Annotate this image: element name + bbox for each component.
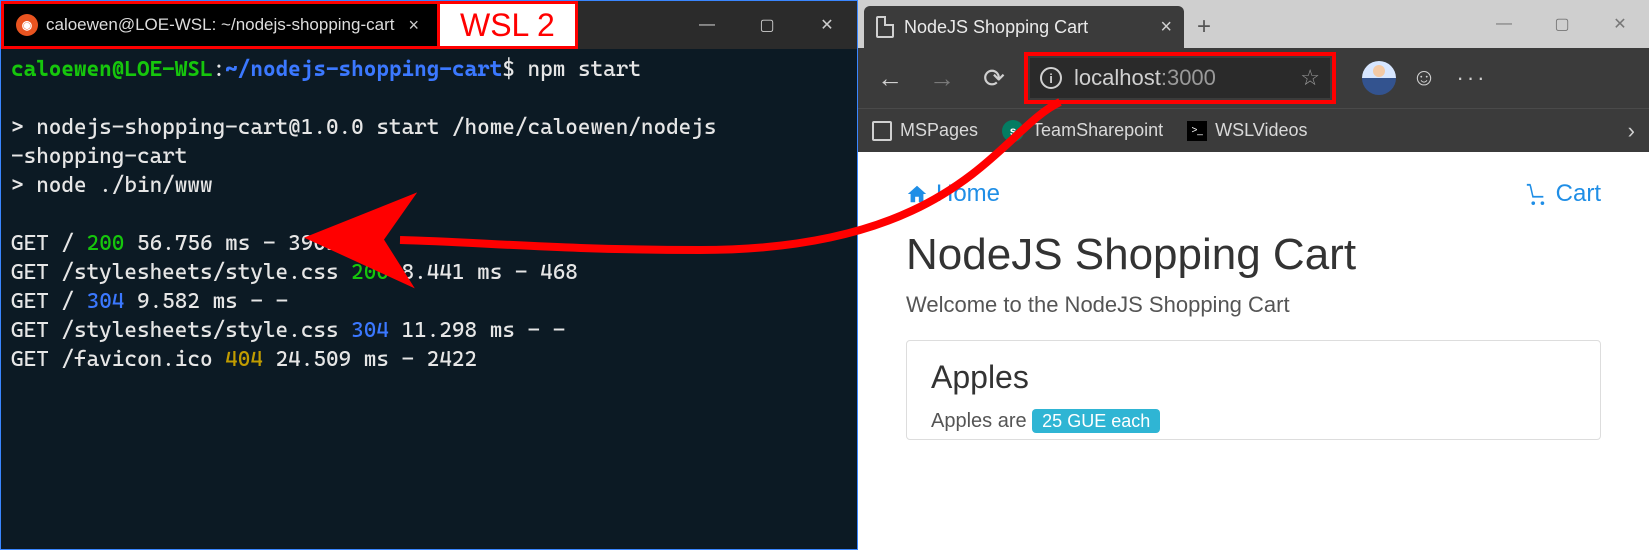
- bookmark-label: TeamSharepoint: [1032, 120, 1163, 141]
- url-host: localhost: [1074, 65, 1161, 90]
- page-content: Home Cart NodeJS Shopping Cart Welcome t…: [858, 152, 1649, 550]
- page-subtitle: Welcome to the NodeJS Shopping Cart: [906, 292, 1601, 318]
- address-text: localhost:3000: [1074, 65, 1216, 91]
- favorite-icon[interactable]: ☆: [1300, 65, 1320, 91]
- terminal-tab[interactable]: ◉ caloewen@LOE-WSL: ~/nodejs-shopping-ca…: [1, 1, 440, 49]
- cart-icon: [1524, 183, 1548, 205]
- wsl-icon: >_: [1187, 121, 1207, 141]
- bookmarks-bar: MSPages s TeamSharepoint >_ WSLVideos ›: [858, 108, 1649, 152]
- browser-tab[interactable]: NodeJS Shopping Cart ×: [864, 6, 1184, 48]
- page-icon: [876, 16, 894, 38]
- wsl-annotation-label: WSL 2: [440, 1, 578, 49]
- terminal-logs: GET / 200 56.756 ms - 3903 GET /styleshe…: [11, 231, 578, 372]
- browser-toolbar: ← → ⟳ i localhost:3000 ☆ ☺ ···: [858, 48, 1649, 108]
- npm-output-line-2: > node ./bin/www: [11, 173, 213, 198]
- product-card: Apples Apples are 25 GUE each: [906, 340, 1601, 440]
- forward-button[interactable]: →: [920, 56, 964, 100]
- prompt-symbol: $: [502, 57, 515, 82]
- nav-home-label: Home: [936, 180, 1000, 208]
- close-button[interactable]: ✕: [797, 1, 857, 49]
- folder-icon: [872, 121, 892, 141]
- page-navbar: Home Cart: [906, 180, 1601, 208]
- sharepoint-icon: s: [1002, 120, 1024, 142]
- bookmark-mspages[interactable]: MSPages: [872, 120, 978, 141]
- bookmark-label: WSLVideos: [1215, 120, 1307, 141]
- browser-close-button[interactable]: ✕: [1591, 0, 1649, 48]
- url-port: :3000: [1161, 65, 1216, 90]
- nav-cart-label: Cart: [1556, 180, 1601, 208]
- new-tab-button[interactable]: +: [1184, 6, 1224, 48]
- prompt-user: caloewen@LOE-WSL: [11, 57, 213, 82]
- bookmark-label: MSPages: [900, 120, 978, 141]
- nav-home-link[interactable]: Home: [906, 180, 1000, 208]
- browser-minimize-button[interactable]: —: [1475, 0, 1533, 48]
- feedback-icon[interactable]: ☺: [1404, 64, 1444, 92]
- bookmark-wslvideos[interactable]: >_ WSLVideos: [1187, 120, 1307, 141]
- page-title: NodeJS Shopping Cart: [906, 230, 1601, 280]
- address-bar[interactable]: i localhost:3000 ☆: [1030, 58, 1330, 98]
- npm-output-line-1b: -shopping-cart: [11, 144, 187, 169]
- terminal-titlebar: ◉ caloewen@LOE-WSL: ~/nodejs-shopping-ca…: [1, 1, 857, 49]
- nav-cart-link[interactable]: Cart: [1524, 180, 1601, 208]
- more-menu-icon[interactable]: ···: [1452, 65, 1492, 91]
- terminal-window: ◉ caloewen@LOE-WSL: ~/nodejs-shopping-ca…: [0, 0, 858, 550]
- browser-window: NodeJS Shopping Cart × + — ▢ ✕ ← → ⟳ i l…: [858, 0, 1649, 550]
- price-badge: 25 GUE each: [1032, 409, 1160, 433]
- back-button[interactable]: ←: [868, 56, 912, 100]
- terminal-tab-close-icon[interactable]: ×: [402, 15, 425, 36]
- tab-close-icon[interactable]: ×: [1160, 16, 1172, 39]
- product-text-prefix: Apples are: [931, 410, 1032, 432]
- browser-tab-title: NodeJS Shopping Cart: [904, 17, 1150, 38]
- product-description: Apples are 25 GUE each: [931, 410, 1576, 433]
- bookmark-teamsharepoint[interactable]: s TeamSharepoint: [1002, 120, 1163, 142]
- ubuntu-icon: ◉: [16, 14, 38, 36]
- maximize-button[interactable]: ▢: [737, 1, 797, 49]
- terminal-window-controls: — ▢ ✕: [677, 1, 857, 49]
- prompt-sep: :: [213, 57, 226, 82]
- terminal-body[interactable]: caloewen@LOE-WSL:~/nodejs-shopping-cart$…: [1, 49, 857, 549]
- terminal-tab-title: caloewen@LOE-WSL: ~/nodejs-shopping-cart: [46, 15, 394, 35]
- profile-avatar[interactable]: [1362, 61, 1396, 95]
- home-icon: [906, 183, 928, 205]
- terminal-command: npm start: [528, 57, 641, 82]
- minimize-button[interactable]: —: [677, 1, 737, 49]
- bookmarks-overflow-icon[interactable]: ›: [1628, 118, 1635, 144]
- prompt-path: ~/nodejs-shopping-cart: [225, 57, 502, 82]
- browser-window-controls: — ▢ ✕: [1475, 0, 1649, 48]
- browser-maximize-button[interactable]: ▢: [1533, 0, 1591, 48]
- npm-output-line-1a: > nodejs-shopping-cart@1.0.0 start /home…: [11, 115, 716, 140]
- address-bar-highlight: i localhost:3000 ☆: [1024, 52, 1336, 104]
- browser-tabstrip: NodeJS Shopping Cart × + — ▢ ✕: [858, 0, 1649, 48]
- reload-button[interactable]: ⟳: [972, 56, 1016, 100]
- site-info-icon[interactable]: i: [1040, 67, 1062, 89]
- product-title: Apples: [931, 359, 1576, 396]
